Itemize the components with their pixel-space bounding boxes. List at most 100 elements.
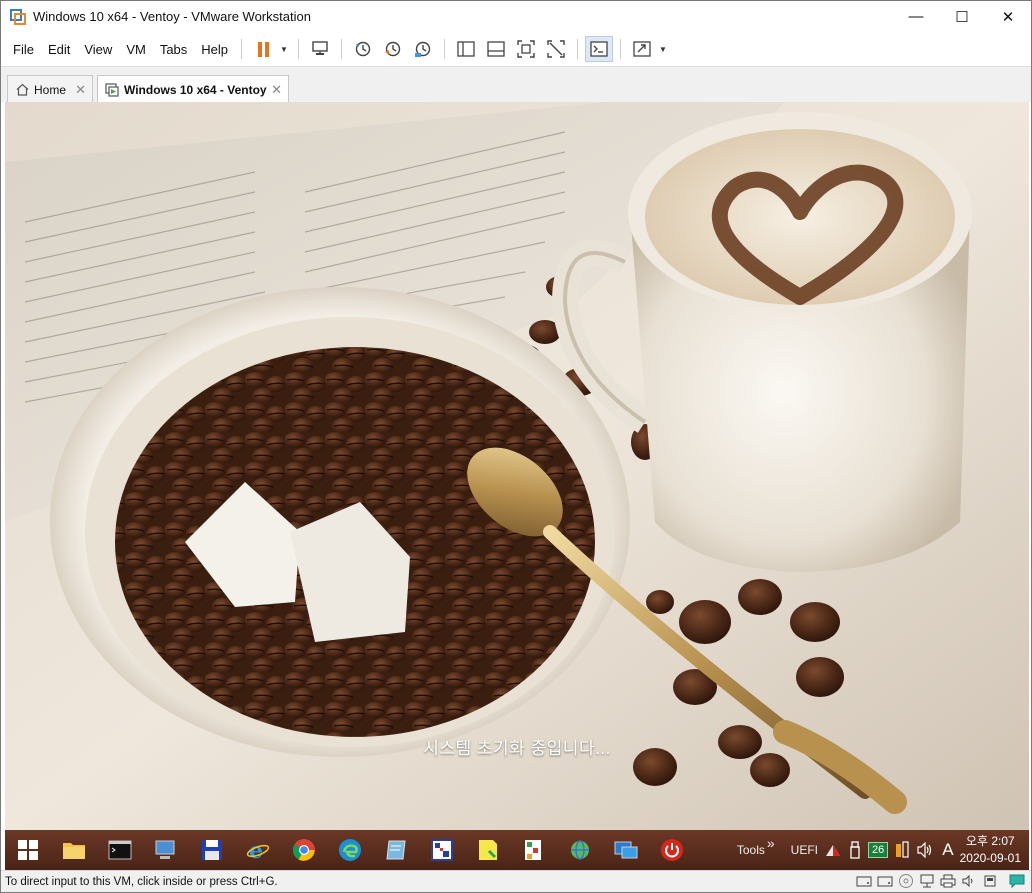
tab-vm-close-icon[interactable]: ✕ [271, 82, 282, 98]
minimize-button[interactable]: — [893, 1, 939, 32]
taskbar-remote-tool[interactable] [603, 830, 649, 870]
volume-icon[interactable] [916, 842, 934, 858]
terminal-icon [590, 41, 608, 57]
power-dropdown-icon[interactable]: ▼ [280, 45, 288, 54]
menu-tabs[interactable]: Tabs [153, 42, 194, 57]
unity-mode-icon [547, 40, 565, 58]
taskbar-save-tool[interactable] [189, 830, 235, 870]
menu-edit[interactable]: Edit [41, 42, 77, 57]
taskbar-file-explorer[interactable] [51, 830, 97, 870]
menu-bar: File Edit View VM Tabs Help ▼ ▼ [1, 32, 1031, 66]
start-button[interactable] [5, 830, 51, 870]
clock-time: 오후 2:07 [965, 834, 1015, 848]
taskbar-partition-tool[interactable] [419, 830, 465, 870]
folder-icon [63, 843, 85, 859]
status-hint-text: To direct input to this VM, click inside… [5, 875, 278, 888]
toolbar-separator [241, 39, 243, 59]
tab-vm-label: Windows 10 x64 - Ventoy [124, 82, 267, 97]
unity-button[interactable] [542, 36, 570, 62]
full-screen-button[interactable] [512, 36, 540, 62]
toolbar-overflow-icon[interactable]: » [767, 835, 775, 851]
tools-toolbar-label[interactable]: Tools [737, 843, 765, 857]
taskbar-network-tool[interactable] [557, 830, 603, 870]
close-button[interactable]: ✕ [985, 1, 1031, 32]
thumbnail-bar-button[interactable] [482, 36, 510, 62]
usb-drive-icon[interactable] [848, 841, 862, 859]
hard-disk-1-icon[interactable] [855, 873, 872, 889]
pause-icon [257, 41, 269, 57]
tray-up-arrow-icon[interactable] [824, 842, 842, 858]
vm-console[interactable]: 시스템 초기화 중입니다... e Tools » UEFI 26 A 오후 2… [5, 102, 1029, 870]
thumbnail-panel-icon [487, 41, 505, 57]
menu-vm[interactable]: VM [119, 42, 153, 57]
snapshot-clock-icon [355, 41, 371, 57]
tab-strip: Home ✕ Windows 10 x64 - Ventoy ✕ [1, 66, 1031, 103]
title-bar[interactable]: Windows 10 x64 - Ventoy - VMware Worksta… [1, 1, 1031, 32]
toolbar-separator [340, 39, 342, 59]
menu-view[interactable]: View [77, 42, 119, 57]
toolbar-separator [297, 39, 299, 59]
power-icon [661, 839, 683, 861]
internet-explorer-icon: e [246, 838, 270, 862]
network-computer-icon [312, 41, 328, 55]
computer-icon [155, 840, 175, 859]
taskbar-clock[interactable]: 오후 2:07 2020-09-01 [960, 833, 1021, 867]
vmware-app-icon [10, 8, 26, 25]
menu-help[interactable]: Help [194, 42, 235, 57]
device-status-icons [855, 873, 1025, 889]
network-globe-icon [571, 840, 589, 860]
grid-tool-icon [431, 839, 453, 861]
snapshot-button[interactable] [349, 36, 377, 62]
window-title: Windows 10 x64 - Ventoy - VMware Worksta… [33, 9, 311, 24]
show-library-button[interactable] [452, 36, 480, 62]
message-log-icon[interactable] [1008, 873, 1025, 889]
taskbar-command-prompt[interactable] [97, 830, 143, 870]
stretch-icon [633, 41, 651, 57]
tab-vm[interactable]: Windows 10 x64 - Ventoy ✕ [97, 75, 289, 103]
revert-clock-icon [384, 41, 401, 57]
network-adapter-icon[interactable] [918, 873, 935, 889]
suspend-button[interactable] [249, 36, 277, 62]
system-init-status: 시스템 초기화 중입니다... [423, 739, 611, 758]
taskbar-internet-explorer[interactable]: e [235, 830, 281, 870]
menu-file[interactable]: File [6, 42, 41, 57]
toolbar-separator [443, 39, 445, 59]
tab-home[interactable]: Home ✕ [7, 75, 93, 103]
taskbar-registry-tool[interactable] [511, 830, 557, 870]
taskbar-power-button[interactable] [649, 830, 695, 870]
console-view-button[interactable] [584, 36, 613, 62]
edge-icon [339, 839, 361, 861]
usb-controller-icon[interactable] [981, 873, 998, 889]
command-prompt-icon [108, 840, 132, 860]
vm-icon [105, 82, 119, 97]
toolbar-separator [619, 39, 621, 59]
tab-home-close-icon[interactable]: ✕ [75, 82, 86, 98]
toolbar-separator [576, 39, 578, 59]
notepad-icon [386, 840, 406, 860]
registry-icon [525, 840, 541, 860]
hard-disk-2-icon[interactable] [876, 873, 893, 889]
stretch-guest-button[interactable] [628, 36, 656, 62]
input-method-indicator[interactable]: A [942, 840, 953, 860]
battery-icon[interactable] [894, 841, 910, 859]
stretch-dropdown-icon[interactable]: ▼ [659, 45, 667, 54]
sound-card-icon[interactable] [960, 873, 977, 889]
taskbar-chrome[interactable] [281, 830, 327, 870]
library-panel-icon [457, 41, 475, 57]
chrome-icon [293, 839, 315, 861]
coffee-wallpaper [5, 102, 1029, 830]
snapshot-manager-button[interactable] [409, 36, 437, 62]
guest-taskbar: e Tools » UEFI 26 A 오후 2:07 2020-09-01 [5, 830, 1029, 870]
taskbar-sticky-notes[interactable] [465, 830, 511, 870]
send-ctrl-alt-del-button[interactable] [306, 36, 334, 62]
tab-home-label: Home [34, 82, 67, 97]
taskbar-this-pc[interactable] [143, 830, 189, 870]
taskbar-edge[interactable] [327, 830, 373, 870]
printer-icon[interactable] [939, 873, 956, 889]
tray-number-badge[interactable]: 26 [868, 842, 889, 858]
cd-dvd-icon[interactable] [897, 873, 914, 889]
floppy-disk-icon [202, 840, 222, 860]
revert-snapshot-button[interactable] [379, 36, 407, 62]
maximize-button[interactable]: ☐ [939, 1, 985, 32]
taskbar-notepad[interactable] [373, 830, 419, 870]
